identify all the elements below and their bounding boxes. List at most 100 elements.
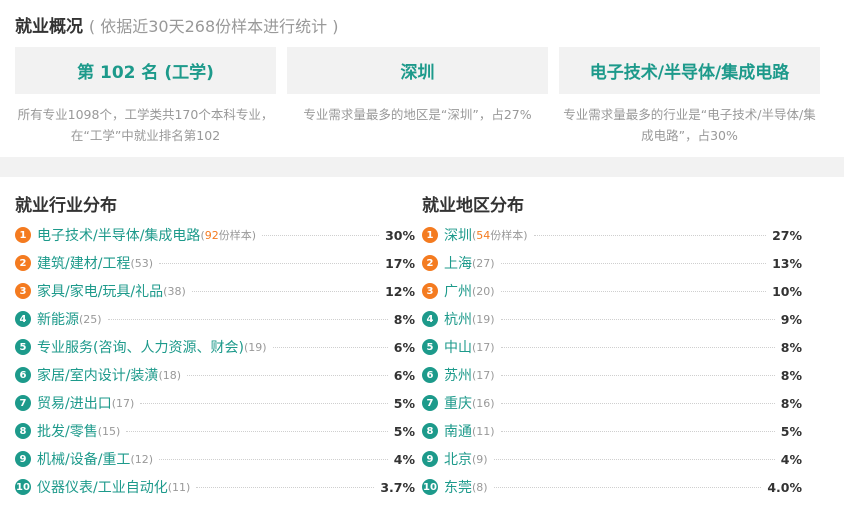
region-row: 3 广州 (20) 10% — [422, 277, 802, 305]
percentage: 9% — [780, 311, 802, 327]
sample-count: (53) — [130, 256, 154, 270]
dotted-leader — [159, 458, 388, 460]
percentage: 17% — [385, 255, 415, 271]
region-link[interactable]: 南通 — [444, 421, 472, 441]
rank-badge: 4 — [422, 311, 438, 327]
percentage: 3.7% — [380, 479, 415, 495]
industry-row: 3 家具/家电/玩具/礼品 (38) 12% — [15, 277, 415, 305]
employment-overview: 就业概况 ( 依据近30天268份样本进行统计 ) 第 102 名 (工学) 深… — [0, 0, 844, 157]
region-link[interactable]: 北京 — [444, 449, 472, 469]
percentage: 4% — [393, 451, 415, 467]
dotted-leader — [493, 486, 762, 488]
industry-row: 2 建筑/建材/工程 (53) 17% — [15, 249, 415, 277]
overview-subtitle: ( 依据近30天268份样本进行统计 ) — [88, 17, 339, 36]
percentage: 27% — [772, 227, 802, 243]
rank-badge: 6 — [15, 367, 31, 383]
top-region-card-description: 专业需求量最多的地区是“深圳”，占27% — [303, 107, 532, 122]
rank-badge: 8 — [15, 423, 31, 439]
industry-link[interactable]: 建筑/建材/工程 — [37, 253, 130, 273]
sample-count: (17) — [472, 340, 495, 354]
sample-count: (19) — [472, 312, 495, 326]
region-row: 8 南通 (11) 5% — [422, 417, 802, 445]
region-link[interactable]: 杭州 — [444, 309, 472, 329]
region-list: 1 深圳 (54份样本) 27% 2 上海 (27) 13% 3 广州 (20) 10% 4 杭州 (19)… — [422, 221, 802, 501]
industry-link[interactable]: 电子技术/半导体/集成电路 — [37, 225, 200, 245]
percentage: 30% — [385, 227, 415, 243]
dotted-leader — [500, 374, 775, 376]
industry-link[interactable]: 新能源 — [37, 309, 79, 329]
rank-badge: 7 — [15, 395, 31, 411]
percentage: 8% — [780, 367, 802, 383]
industry-link[interactable]: 仪器仪表/工业自动化 — [37, 477, 168, 497]
dotted-leader — [272, 346, 388, 348]
sample-count: (12) — [130, 452, 154, 466]
industry-link[interactable]: 贸易/进出口 — [37, 393, 112, 413]
percentage: 5% — [780, 423, 802, 439]
region-row: 6 苏州 (17) 8% — [422, 361, 802, 389]
sample-count: (54份样本) — [472, 229, 528, 242]
rank-badge: 1 — [422, 227, 438, 243]
industry-row: 8 批发/零售 (15) 5% — [15, 417, 415, 445]
overview-heading: 就业概况 ( 依据近30天268份样本进行统计 ) — [15, 12, 338, 37]
dotted-leader — [500, 430, 775, 432]
sample-count: (17) — [111, 396, 135, 410]
rank-badge: 5 — [15, 339, 31, 355]
top-industry-card: 电子技术/半导体/集成电路 — [559, 47, 820, 94]
region-link[interactable]: 中山 — [444, 337, 472, 357]
sample-count: (11) — [472, 424, 495, 438]
percentage: 8% — [780, 339, 802, 355]
dotted-leader — [500, 402, 775, 404]
industry-distribution-title: 就业行业分布 — [15, 196, 117, 216]
industry-link[interactable]: 家具/家电/玩具/礼品 — [37, 281, 163, 301]
percentage: 8% — [393, 311, 415, 327]
region-link[interactable]: 重庆 — [444, 393, 472, 413]
industry-list: 1 电子技术/半导体/集成电路 (92份样本) 30% 2 建筑/建材/工程 (53) 17%… — [15, 221, 415, 501]
industry-link[interactable]: 机械/设备/重工 — [37, 449, 130, 469]
sample-count: (25) — [79, 312, 102, 326]
industry-row: 9 机械/设备/重工 (12) 4% — [15, 445, 415, 473]
percentage: 4% — [780, 451, 802, 467]
percentage: 6% — [393, 367, 415, 383]
industry-link[interactable]: 家居/室内设计/装潢 — [37, 365, 158, 385]
rank-badge: 9 — [15, 451, 31, 467]
rank-badge: 3 — [15, 283, 31, 299]
region-row: 4 杭州 (19) 9% — [422, 305, 802, 333]
rank-badge: 10 — [15, 479, 31, 495]
rank-badge: 10 — [422, 479, 438, 495]
sample-count: (11) — [167, 480, 191, 494]
rank-badge: 5 — [422, 339, 438, 355]
dotted-leader — [533, 234, 767, 236]
industry-row: 4 新能源 (25) 8% — [15, 305, 415, 333]
industry-link[interactable]: 批发/零售 — [37, 421, 98, 441]
sample-count: (18) — [158, 368, 182, 382]
region-link[interactable]: 深圳 — [444, 225, 472, 245]
sample-count: (27) — [472, 256, 495, 270]
region-link[interactable]: 东莞 — [444, 477, 472, 497]
percentage: 5% — [393, 395, 415, 411]
rank-badge: 6 — [422, 367, 438, 383]
industry-row: 10 仪器仪表/工业自动化 (11) 3.7% — [15, 473, 415, 501]
dotted-leader — [493, 458, 775, 460]
industry-row: 5 专业服务(咨询、人力资源、财会) (19) 6% — [15, 333, 415, 361]
sample-count: (20) — [472, 284, 495, 298]
sample-count: (9) — [472, 452, 488, 466]
dotted-leader — [500, 290, 767, 292]
dotted-leader — [262, 234, 380, 236]
dotted-leader — [500, 262, 767, 264]
percentage: 4.0% — [767, 479, 802, 495]
region-row: 2 上海 (27) 13% — [422, 249, 802, 277]
industry-link[interactable]: 专业服务(咨询、人力资源、财会) — [37, 337, 244, 357]
sample-count: (38) — [163, 284, 186, 298]
industry-row: 1 电子技术/半导体/集成电路 (92份样本) 30% — [15, 221, 415, 249]
region-link[interactable]: 广州 — [444, 281, 472, 301]
ranking-card-description: 所有专业1098个，工学类共170个本科专业，在“工学”中就业排名第102 — [17, 107, 274, 143]
percentage: 10% — [772, 283, 802, 299]
region-link[interactable]: 苏州 — [444, 365, 472, 385]
rank-badge: 8 — [422, 423, 438, 439]
rank-badge: 2 — [15, 255, 31, 271]
region-link[interactable]: 上海 — [444, 253, 472, 273]
region-distribution-title: 就业地区分布 — [422, 196, 524, 216]
dotted-leader — [140, 402, 388, 404]
dotted-leader — [107, 318, 388, 320]
percentage: 13% — [772, 255, 802, 271]
